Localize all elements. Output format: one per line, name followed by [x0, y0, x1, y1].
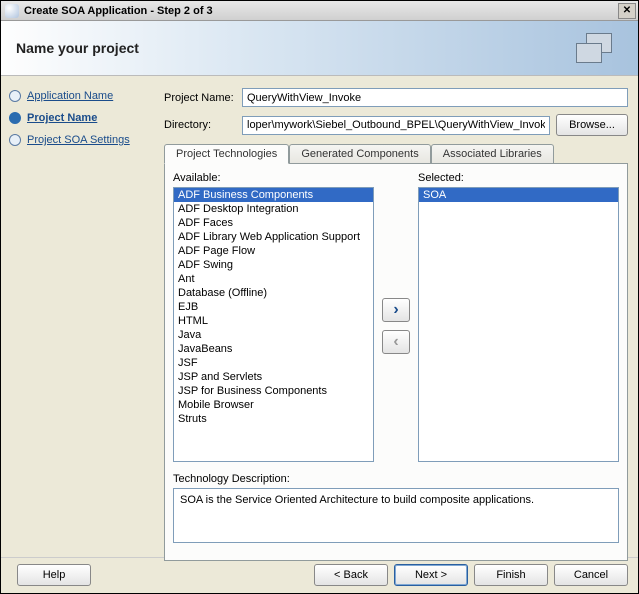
- selected-label: Selected:: [418, 172, 619, 184]
- nav-step-project-soa-settings[interactable]: Project SOA Settings: [9, 134, 151, 146]
- chevron-left-icon: [393, 333, 398, 351]
- list-item[interactable]: HTML: [174, 314, 373, 328]
- list-item[interactable]: SOA: [419, 188, 618, 202]
- tab-strip: Project Technologies Generated Component…: [164, 144, 628, 164]
- window-title: Create SOA Application - Step 2 of 3: [24, 5, 618, 17]
- banner: Name your project: [1, 21, 638, 76]
- close-button[interactable]: ✕: [618, 3, 636, 19]
- list-item[interactable]: ADF Page Flow: [174, 244, 373, 258]
- list-item[interactable]: JSP and Servlets: [174, 370, 373, 384]
- app-icon: [5, 4, 19, 18]
- title-bar: Create SOA Application - Step 2 of 3 ✕: [1, 1, 638, 21]
- nav-step-project-name[interactable]: Project Name: [9, 112, 151, 124]
- page-heading: Name your project: [16, 40, 139, 56]
- banner-graphic: [576, 28, 626, 66]
- step-nav: Application Name Project Name Project SO…: [1, 76, 156, 557]
- list-item[interactable]: ADF Library Web Application Support: [174, 230, 373, 244]
- available-label: Available:: [173, 172, 374, 184]
- chevron-right-icon: [393, 301, 398, 319]
- browse-button[interactable]: Browse...: [556, 114, 628, 136]
- help-button[interactable]: Help: [17, 564, 91, 586]
- step-bullet-icon: [9, 90, 21, 102]
- list-item[interactable]: JavaBeans: [174, 342, 373, 356]
- nav-label: Project Name: [27, 112, 97, 124]
- directory-label: Directory:: [164, 119, 242, 131]
- nav-step-application-name[interactable]: Application Name: [9, 90, 151, 102]
- list-item[interactable]: Mobile Browser: [174, 398, 373, 412]
- cancel-button[interactable]: Cancel: [554, 564, 628, 586]
- footer: Help < Back Next > Finish Cancel: [1, 557, 638, 592]
- list-item[interactable]: ADF Swing: [174, 258, 373, 272]
- form-area: Project Name: Directory: Browse... Proje…: [156, 76, 638, 557]
- nav-label: Project SOA Settings: [27, 134, 130, 146]
- close-icon: ✕: [623, 5, 631, 16]
- list-item[interactable]: ADF Faces: [174, 216, 373, 230]
- tab-generated-components[interactable]: Generated Components: [289, 144, 430, 164]
- list-item[interactable]: EJB: [174, 300, 373, 314]
- list-item[interactable]: ADF Business Components: [174, 188, 373, 202]
- description-label: Technology Description:: [173, 473, 619, 485]
- list-item[interactable]: ADF Desktop Integration: [174, 202, 373, 216]
- project-name-label: Project Name:: [164, 92, 242, 104]
- available-listbox[interactable]: ADF Business ComponentsADF Desktop Integ…: [173, 187, 374, 462]
- project-name-input[interactable]: [242, 88, 628, 107]
- tab-project-technologies[interactable]: Project Technologies: [164, 144, 289, 164]
- move-left-button[interactable]: [382, 330, 410, 354]
- tab-associated-libraries[interactable]: Associated Libraries: [431, 144, 554, 164]
- list-item[interactable]: JSF: [174, 356, 373, 370]
- list-item[interactable]: JSP for Business Components: [174, 384, 373, 398]
- list-item[interactable]: Java: [174, 328, 373, 342]
- nav-label: Application Name: [27, 90, 113, 102]
- back-button[interactable]: < Back: [314, 564, 388, 586]
- list-item[interactable]: Ant: [174, 272, 373, 286]
- tab-panel: Available: ADF Business ComponentsADF De…: [164, 163, 628, 561]
- description-text: SOA is the Service Oriented Architecture…: [180, 494, 534, 506]
- finish-button[interactable]: Finish: [474, 564, 548, 586]
- selected-listbox[interactable]: SOA: [418, 187, 619, 462]
- step-bullet-icon: [9, 112, 21, 124]
- description-box: SOA is the Service Oriented Architecture…: [173, 488, 619, 543]
- list-item[interactable]: Struts: [174, 412, 373, 426]
- step-bullet-icon: [9, 134, 21, 146]
- directory-input[interactable]: [242, 116, 550, 135]
- next-button[interactable]: Next >: [394, 564, 468, 586]
- list-item[interactable]: Database (Offline): [174, 286, 373, 300]
- move-right-button[interactable]: [382, 298, 410, 322]
